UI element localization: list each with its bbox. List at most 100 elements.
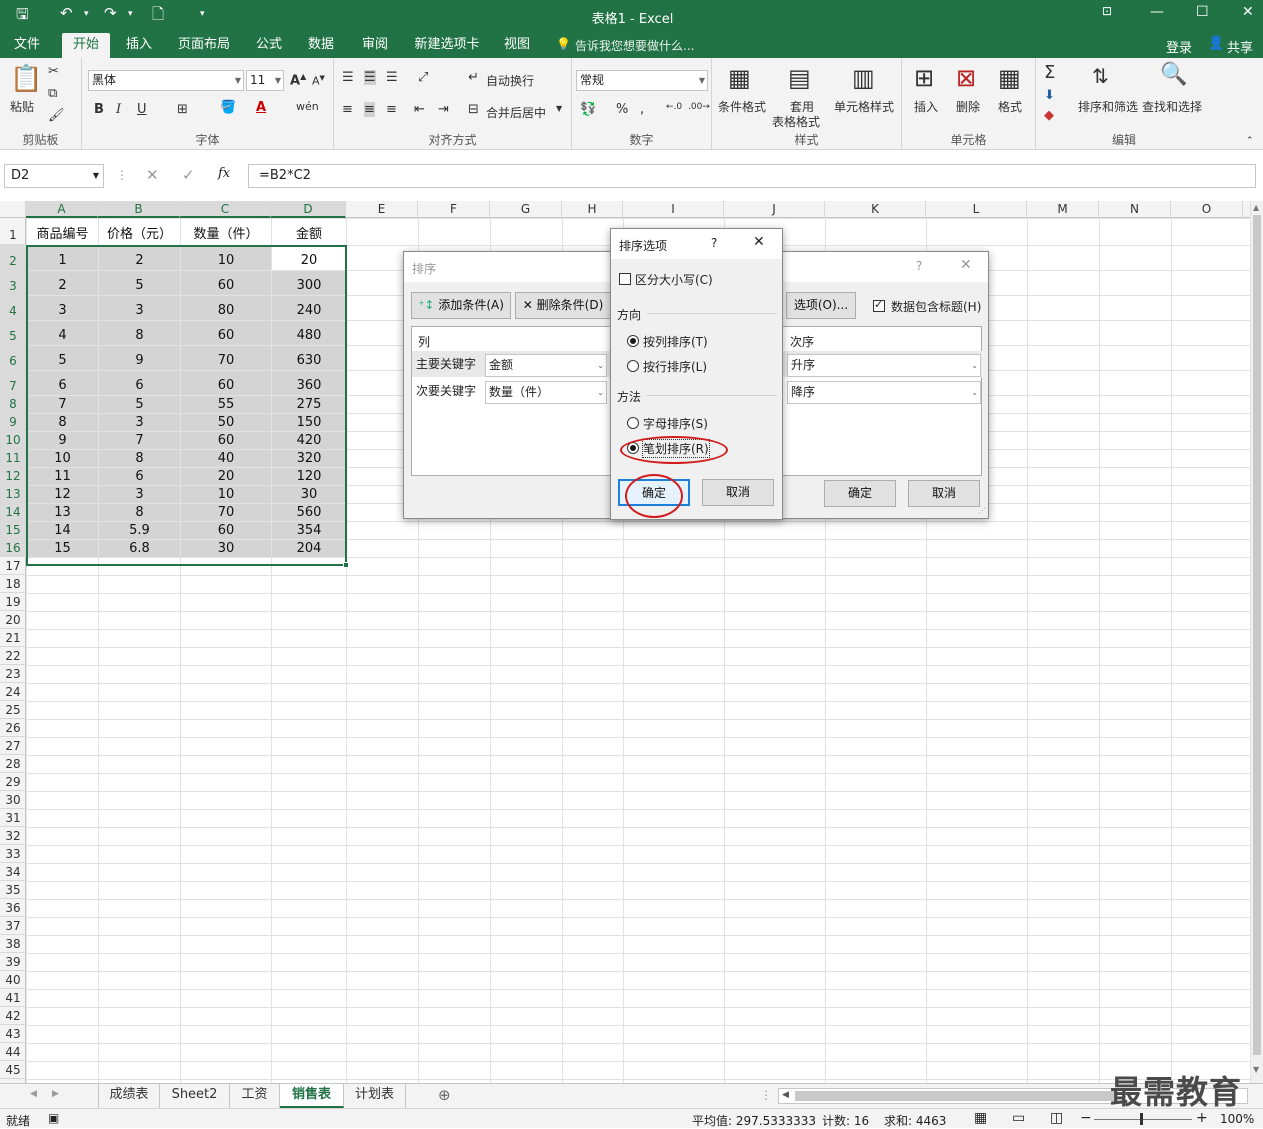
- data-cell[interactable]: 10: [181, 486, 271, 503]
- row-header[interactable]: 31: [0, 809, 26, 827]
- paste-icon[interactable]: 📋: [10, 64, 42, 94]
- data-cell[interactable]: 20: [181, 468, 271, 485]
- data-cell[interactable]: 10: [181, 246, 271, 270]
- sheet-tab-active[interactable]: 销售表: [280, 1084, 344, 1108]
- data-cell[interactable]: 150: [272, 414, 346, 431]
- find-select-button[interactable]: 查找和选择: [1142, 98, 1202, 115]
- align-center-icon[interactable]: ≡: [364, 102, 375, 117]
- clear-icon[interactable]: ◆: [1044, 108, 1054, 123]
- row-header[interactable]: 27: [0, 737, 26, 755]
- sort-options-button[interactable]: 选项(O)...: [786, 292, 856, 319]
- header-cell[interactable]: 金额: [272, 219, 346, 245]
- case-sensitive-checkbox[interactable]: [619, 273, 631, 285]
- data-cell[interactable]: 2: [27, 271, 98, 295]
- delete-cells-icon[interactable]: ⊠: [956, 64, 976, 92]
- row-header[interactable]: 9: [0, 413, 26, 431]
- secondary-key-select[interactable]: 数量（件） ⌄: [485, 381, 607, 404]
- select-all-corner[interactable]: [0, 201, 26, 218]
- row-header[interactable]: 3: [0, 270, 26, 295]
- data-cell[interactable]: 60: [181, 432, 271, 449]
- row-header[interactable]: 32: [0, 827, 26, 845]
- row-header[interactable]: 13: [0, 485, 26, 503]
- cell-styles-icon[interactable]: ▥: [852, 64, 875, 92]
- align-middle-icon[interactable]: ☰: [364, 70, 376, 85]
- underline-icon[interactable]: U: [137, 102, 147, 117]
- login-link[interactable]: 登录: [1166, 37, 1192, 56]
- row-header[interactable]: 17: [0, 557, 26, 575]
- sort-filter-button[interactable]: 排序和筛选: [1078, 98, 1138, 115]
- column-header[interactable]: K: [825, 201, 926, 218]
- data-cell[interactable]: 30: [272, 486, 346, 503]
- column-header[interactable]: D: [271, 201, 346, 218]
- align-top-icon[interactable]: ☰: [342, 70, 354, 85]
- data-cell[interactable]: 120: [272, 468, 346, 485]
- tab-page-layout[interactable]: 页面布局: [172, 31, 236, 58]
- percent-icon[interactable]: %: [616, 102, 628, 117]
- column-header[interactable]: I: [623, 201, 724, 218]
- wrap-text-button[interactable]: 自动换行: [486, 72, 534, 89]
- row-header[interactable]: 1: [0, 218, 26, 245]
- data-cell[interactable]: 360: [272, 371, 346, 395]
- row-header[interactable]: 15: [0, 521, 26, 539]
- by-column-radio[interactable]: [627, 335, 639, 347]
- tab-home[interactable]: 开始: [62, 33, 110, 58]
- data-cell[interactable]: 5: [99, 271, 180, 295]
- sheet-tab[interactable]: 计划表: [344, 1084, 406, 1108]
- row-header[interactable]: 16: [0, 539, 26, 557]
- options-cancel-button[interactable]: 取消: [702, 479, 774, 506]
- header-cell[interactable]: 价格（元）: [99, 219, 180, 245]
- increase-indent-icon[interactable]: ⇥: [438, 102, 449, 117]
- scroll-up-icon[interactable]: ▲: [1253, 203, 1259, 212]
- row-header[interactable]: 41: [0, 989, 26, 1007]
- row-header[interactable]: 43: [0, 1025, 26, 1043]
- secondary-order-select[interactable]: 降序 ⌄: [787, 381, 981, 404]
- row-header[interactable]: 8: [0, 395, 26, 413]
- primary-key-select[interactable]: 金额 ⌄: [485, 354, 607, 377]
- sort-help-icon[interactable]: ?: [916, 259, 922, 273]
- data-cell[interactable]: 10: [27, 450, 98, 467]
- sort-ok-button[interactable]: 确定: [824, 480, 896, 507]
- has-headers-checkbox[interactable]: ✓: [873, 298, 885, 312]
- row-header[interactable]: 20: [0, 611, 26, 629]
- scroll-left-icon[interactable]: ◀: [782, 1090, 789, 1100]
- data-cell[interactable]: 60: [181, 321, 271, 345]
- merge-center-icon[interactable]: ⊟: [468, 102, 479, 117]
- conditional-format-icon[interactable]: ▦: [728, 64, 751, 92]
- insert-function-icon[interactable]: fx: [218, 166, 230, 181]
- data-cell[interactable]: 204: [272, 540, 346, 557]
- undo-icon[interactable]: ↶: [60, 4, 73, 22]
- data-cell[interactable]: 55: [181, 396, 271, 413]
- data-cell[interactable]: 6: [99, 371, 180, 395]
- font-size-combo[interactable]: 11 ▼: [246, 70, 284, 91]
- zoom-in-icon[interactable]: +: [1196, 1110, 1208, 1126]
- currency-icon[interactable]: 💱: [580, 102, 596, 117]
- table-format-icon[interactable]: ▤: [788, 64, 811, 92]
- row-header[interactable]: 24: [0, 683, 26, 701]
- tab-data[interactable]: 数据: [300, 31, 342, 58]
- row-header[interactable]: 23: [0, 665, 26, 683]
- normal-view-icon[interactable]: ▦: [974, 1110, 987, 1126]
- data-cell[interactable]: 1: [27, 246, 98, 270]
- format-painter-icon[interactable]: 🖌: [48, 108, 65, 123]
- fill-color-icon[interactable]: 🪣: [220, 100, 236, 115]
- tab-new[interactable]: 新建选项卡: [408, 31, 486, 58]
- row-header[interactable]: 12: [0, 467, 26, 485]
- fill-handle[interactable]: [343, 562, 349, 568]
- column-header[interactable]: H: [562, 201, 623, 218]
- column-header[interactable]: O: [1171, 201, 1243, 218]
- row-header[interactable]: 37: [0, 917, 26, 935]
- column-header[interactable]: M: [1027, 201, 1099, 218]
- header-cell[interactable]: 数量（件）: [181, 219, 271, 245]
- row-header[interactable]: 33: [0, 845, 26, 863]
- undo-dropdown-icon[interactable]: ▾: [84, 9, 89, 19]
- options-close-icon[interactable]: ✕: [753, 234, 765, 250]
- data-cell[interactable]: 4: [27, 321, 98, 345]
- align-left-icon[interactable]: ≡: [342, 102, 353, 117]
- prev-sheet-icon[interactable]: ◀: [30, 1089, 37, 1099]
- row-header[interactable]: 11: [0, 449, 26, 467]
- add-sheet-icon[interactable]: ⊕: [438, 1086, 451, 1104]
- column-header[interactable]: B: [98, 201, 180, 218]
- decrease-decimal-icon[interactable]: .00→: [688, 102, 710, 112]
- row-header[interactable]: 44: [0, 1043, 26, 1061]
- number-format-combo[interactable]: 常规 ▼: [576, 70, 708, 91]
